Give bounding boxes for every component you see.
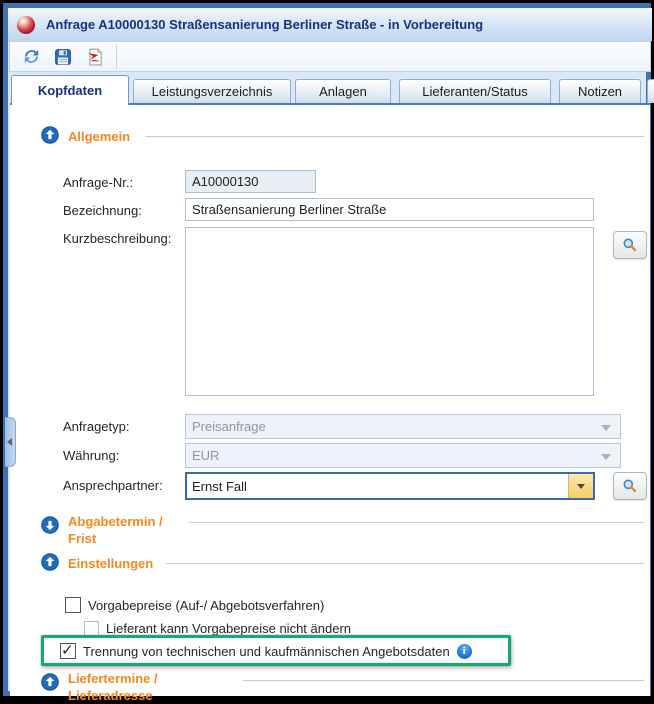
save-icon xyxy=(54,48,72,66)
save-button[interactable] xyxy=(50,45,76,69)
tab-label: Anlagen xyxy=(319,84,367,99)
ansprechpartner-label: Ansprechpartner: xyxy=(63,478,163,493)
tab-kopfdaten[interactable]: Kopfdaten xyxy=(11,75,129,105)
tab-label: Kopfdaten xyxy=(38,83,102,98)
collapse-up-icon xyxy=(41,126,59,144)
anfragetyp-select: Preisanfrage xyxy=(185,414,621,439)
waehrung-select: EUR xyxy=(185,443,621,468)
refresh-button[interactable] xyxy=(18,45,44,69)
tab-strip: Kopfdaten Leistungsverzeichnis Anlagen L… xyxy=(3,75,654,105)
tab-label: Notizen xyxy=(578,84,622,99)
tab-leistungsverzeichnis[interactable]: Leistungsverzeichnis xyxy=(133,79,291,103)
section-divider xyxy=(243,680,644,681)
tab-partial[interactable] xyxy=(647,79,654,103)
section-allgemein-toggle[interactable] xyxy=(41,126,59,149)
lieferant-vorgabepreise-label: Lieferant kann Vorgabepreise nicht änder… xyxy=(106,621,351,636)
section-divider xyxy=(189,522,644,523)
vorgabepreise-checkbox[interactable] xyxy=(65,597,81,613)
tab-label: Leistungsverzeichnis xyxy=(152,84,273,99)
refresh-icon xyxy=(22,47,41,66)
collapse-down-icon xyxy=(41,516,59,534)
window-title: Anfrage A10000130 Straßensanierung Berli… xyxy=(46,17,483,32)
panel-splitter-handle[interactable] xyxy=(5,417,16,467)
tab-lieferanten-status[interactable]: Lieferanten/Status xyxy=(399,79,551,103)
toolbar-separator xyxy=(116,45,117,69)
section-liefertermine-toggle[interactable] xyxy=(41,673,59,696)
bezeichnung-field[interactable] xyxy=(185,198,594,221)
kurzbeschreibung-label: Kurzbeschreibung: xyxy=(63,231,171,246)
vorgabepreise-checkbox-row: Vorgabepreise (Auf-/ Abgebotsverfahren) xyxy=(65,597,324,613)
dropdown-arrow-icon xyxy=(577,484,585,489)
dropdown-arrow-icon xyxy=(601,454,611,460)
waehrung-value: EUR xyxy=(192,448,219,463)
collapse-up-icon xyxy=(41,673,59,691)
waehrung-label: Währung: xyxy=(63,448,119,463)
trennung-angebotsdaten-label: Trennung von technischen und kaufmännisc… xyxy=(83,644,450,659)
section-einstellungen-label: Einstellungen xyxy=(68,555,153,572)
pdf-export-button[interactable] xyxy=(82,45,108,69)
section-divider xyxy=(166,563,644,564)
toolbar xyxy=(9,41,651,72)
kurzbeschreibung-field[interactable] xyxy=(185,227,594,396)
anfrage-nr-label: Anfrage-Nr.: xyxy=(63,175,133,190)
application-window: Anfrage A10000130 Straßensanierung Berli… xyxy=(0,0,654,699)
lieferant-vorgabepreise-checkbox xyxy=(84,621,99,636)
app-sphere-icon xyxy=(17,16,35,34)
dropdown-arrow-icon xyxy=(601,425,611,431)
collapse-up-icon xyxy=(41,553,59,571)
tab-notizen[interactable]: Notizen xyxy=(559,79,641,103)
ansprechpartner-dropdown-button[interactable] xyxy=(568,474,593,498)
section-divider xyxy=(145,136,644,137)
section-abgabetermin-toggle[interactable] xyxy=(41,516,59,539)
title-bar: Anfrage A10000130 Straßensanierung Berli… xyxy=(8,8,652,41)
bezeichnung-label: Bezeichnung: xyxy=(63,203,142,218)
lieferant-vorgabepreise-checkbox-row: Lieferant kann Vorgabepreise nicht änder… xyxy=(84,621,351,636)
ansprechpartner-search-button[interactable] xyxy=(613,472,647,500)
vorgabepreise-label: Vorgabepreise (Auf-/ Abgebotsverfahren) xyxy=(88,598,324,613)
trennung-angebotsdaten-checkbox[interactable] xyxy=(60,643,76,659)
anfragetyp-label: Anfragetyp: xyxy=(63,419,130,434)
info-icon[interactable] xyxy=(457,644,472,659)
kurzbeschreibung-search-button[interactable] xyxy=(613,231,647,259)
magnifier-icon xyxy=(622,478,638,494)
trennung-angebotsdaten-checkbox-row: Trennung von technischen und kaufmännisc… xyxy=(60,643,472,659)
anfragetyp-value: Preisanfrage xyxy=(192,419,266,434)
ansprechpartner-combobox[interactable]: Ernst Fall xyxy=(185,472,595,500)
anfrage-nr-field xyxy=(185,170,316,193)
tab-label: Lieferanten/Status xyxy=(422,84,528,99)
section-abgabetermin-label: Abgabetermin / Frist xyxy=(68,513,188,547)
section-allgemein-label: Allgemein xyxy=(68,128,130,145)
section-einstellungen-toggle[interactable] xyxy=(41,553,59,576)
pdf-icon xyxy=(86,48,104,66)
magnifier-icon xyxy=(622,237,638,253)
tab-anlagen[interactable]: Anlagen xyxy=(295,79,391,103)
ansprechpartner-value: Ernst Fall xyxy=(187,479,568,494)
